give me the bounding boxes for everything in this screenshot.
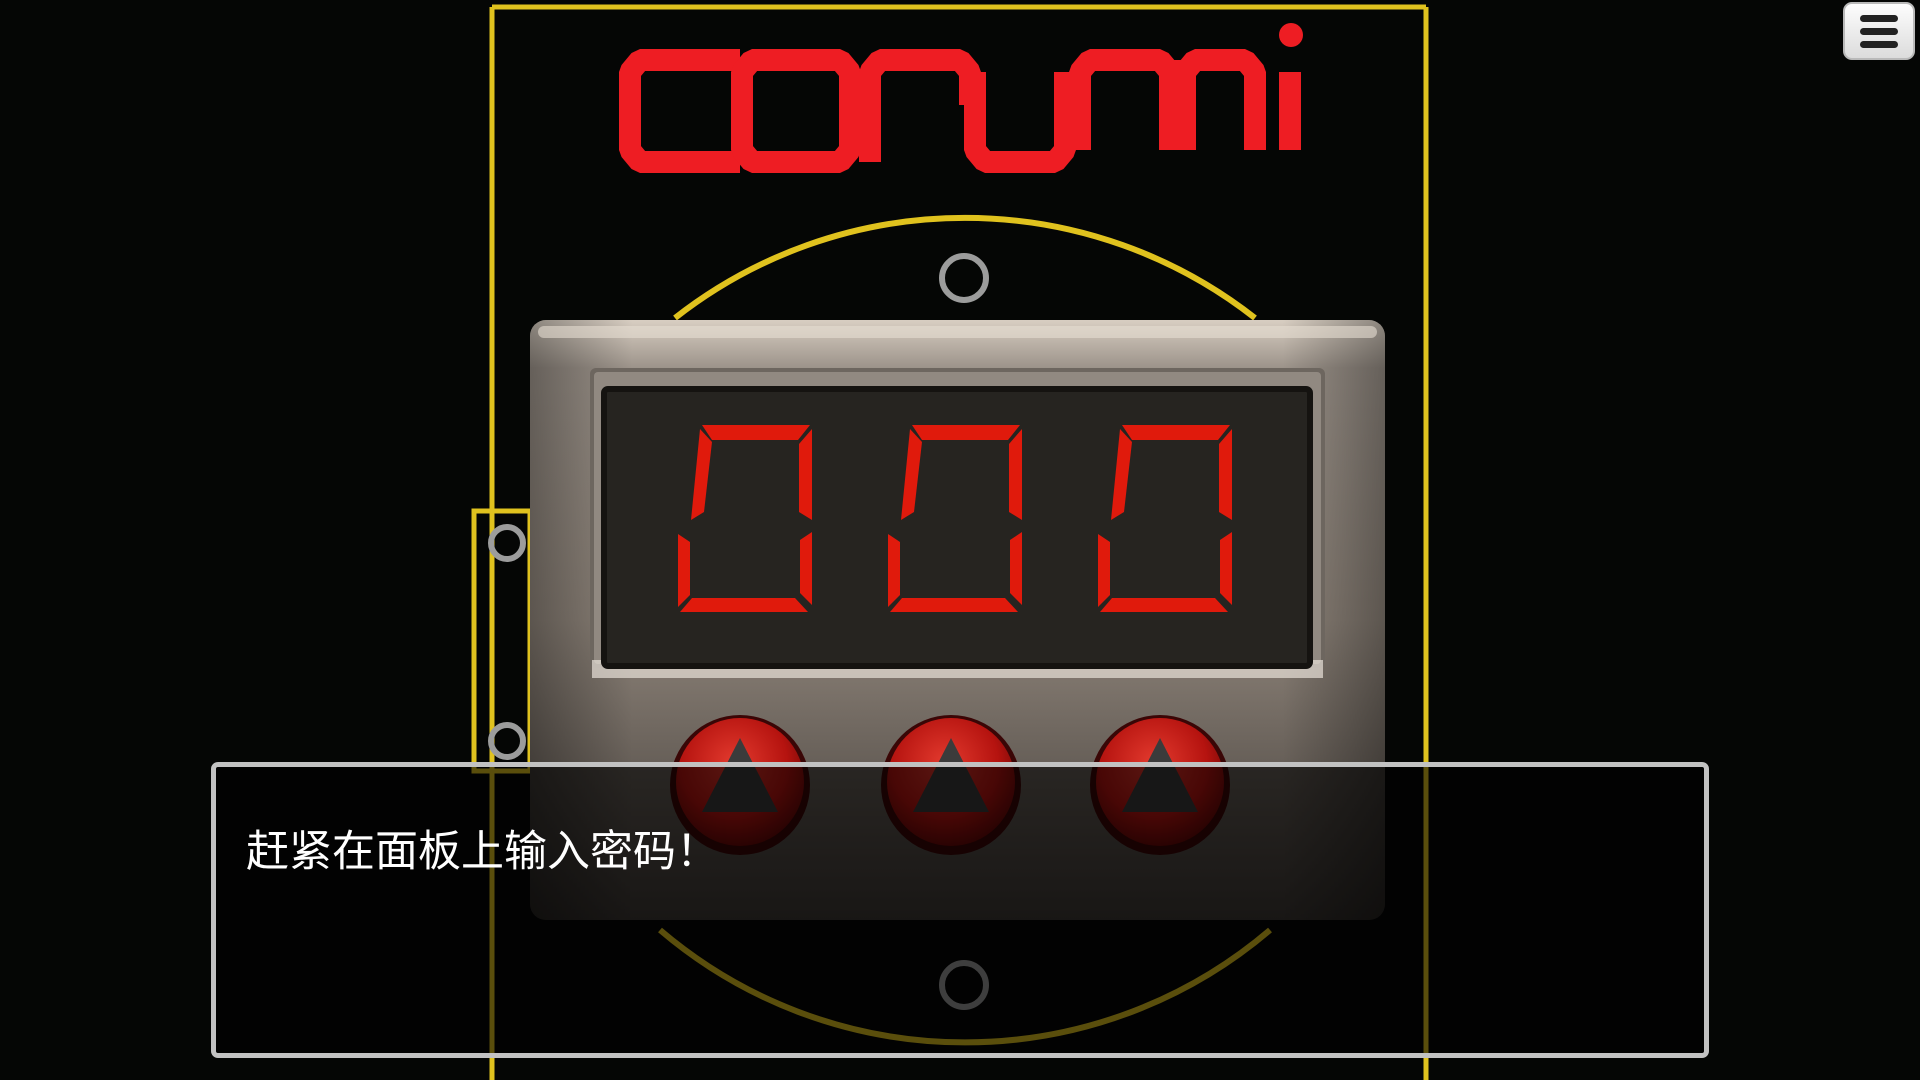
screw-hole-side-bottom [488,722,526,760]
dialog-text: 赶紧在面板上输入密码！ [246,827,719,877]
screw-hole-side-top [488,524,526,562]
menu-button[interactable] [1843,2,1915,60]
logo [619,49,1301,173]
screw-hole-top [939,253,989,303]
logo-dot [1279,23,1303,47]
message-window[interactable]: 赶紧在面板上输入密码！ [211,762,1709,1058]
